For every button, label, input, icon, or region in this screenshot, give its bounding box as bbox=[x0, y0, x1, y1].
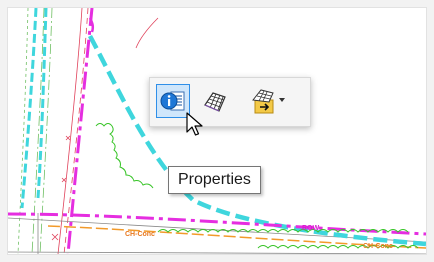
cross-marker bbox=[65, 135, 71, 141]
wireframe-surface-icon bbox=[204, 92, 226, 112]
red-curve bbox=[135, 17, 159, 49]
vegetation-scallop-upper bbox=[95, 123, 154, 189]
cad-label-ch-conc-2: CH-Conc bbox=[363, 243, 393, 250]
cad-label-ch-conc: CH-Conc bbox=[125, 231, 155, 238]
cyan-left-line bbox=[20, 8, 38, 209]
magenta-linework bbox=[8, 8, 426, 254]
mouse-pointer-icon bbox=[186, 112, 203, 136]
chevron-down-icon bbox=[279, 98, 285, 102]
red-dashed-line bbox=[63, 8, 89, 254]
info-list-icon bbox=[160, 91, 185, 111]
gray-road-line-2 bbox=[8, 251, 426, 254]
context-toolbar bbox=[149, 77, 311, 127]
cad-drawing-canvas[interactable]: CH-Conc CH-Conc ROW bbox=[8, 8, 426, 254]
cad-label-row: ROW bbox=[302, 225, 320, 232]
cyan-left-line-2 bbox=[36, 8, 48, 199]
red-property-line bbox=[57, 8, 83, 254]
surface-export-icon bbox=[252, 89, 274, 114]
tooltip: Properties bbox=[168, 166, 261, 194]
cross-marker bbox=[61, 177, 67, 183]
cad-drawing: CH-Conc CH-Conc ROW bbox=[8, 8, 426, 254]
screenshot-frame: CH-Conc CH-Conc ROW Properties bbox=[0, 0, 434, 262]
green-dotted-line bbox=[17, 8, 29, 254]
green-linework bbox=[17, 8, 53, 254]
cyan-main-curve bbox=[88, 34, 426, 247]
properties-button[interactable] bbox=[156, 84, 190, 118]
export-button[interactable] bbox=[242, 84, 286, 118]
cross-marker bbox=[51, 233, 59, 241]
